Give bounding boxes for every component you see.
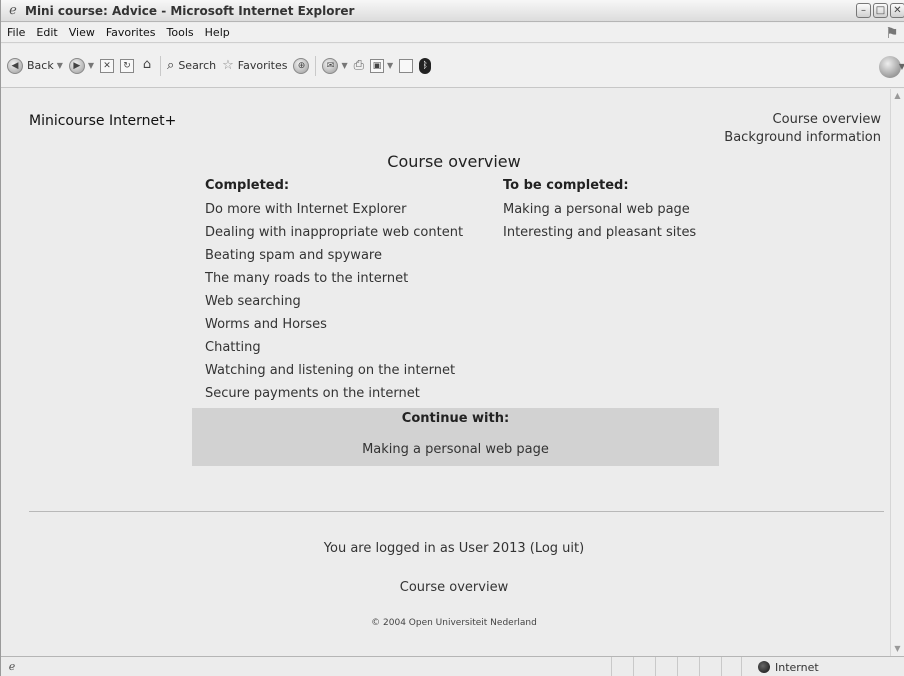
edit-button[interactable]: ▣ ▼	[370, 58, 394, 73]
home-button[interactable]: ⌂	[140, 56, 154, 73]
vertical-scrollbar[interactable]: ▲ ▼	[890, 89, 904, 656]
close-button[interactable]: ✕	[890, 3, 904, 18]
favorites-button[interactable]: ☆ Favorites	[222, 58, 287, 73]
media-icon: ⊕	[293, 57, 310, 74]
course-link[interactable]: Web searching	[205, 290, 463, 313]
window-controls: – □ ✕	[854, 3, 904, 18]
edit-icon: ▣	[370, 58, 385, 73]
stop-icon: ✕	[100, 58, 115, 73]
browser-window: ℯ Mini course: Advice - Microsoft Intern…	[0, 0, 904, 676]
status-pane	[677, 657, 699, 676]
course-link[interactable]: Making a personal web page	[503, 198, 696, 221]
menu-bar: File Edit View Favorites Tools Help ⚑	[1, 23, 904, 43]
refresh-icon: ↻	[120, 58, 135, 73]
scroll-up-icon[interactable]: ▲	[891, 89, 904, 103]
login-status[interactable]: You are logged in as User 2013 (Log uit)	[11, 541, 897, 556]
toolbar-separator	[315, 55, 317, 76]
scroll-down-icon[interactable]: ▼	[891, 642, 904, 656]
ie-icon: ℯ	[9, 2, 17, 18]
zone-label: Internet	[775, 660, 819, 674]
minimize-button[interactable]: –	[856, 3, 871, 18]
chevron-down-icon: ▼	[56, 61, 63, 70]
security-zone: Internet	[741, 657, 904, 676]
back-button[interactable]: ◀ Back ▼	[7, 57, 63, 74]
to-be-completed-list: To be completed: Making a personal web p…	[503, 178, 696, 244]
continue-link[interactable]: Making a personal web page	[192, 442, 719, 457]
course-link[interactable]: Chatting	[205, 336, 463, 359]
completed-header: Completed:	[205, 178, 290, 193]
bluetooth-button[interactable]: ᛒ	[419, 57, 432, 74]
maximize-button[interactable]: □	[873, 3, 888, 18]
media-button[interactable]: ⊕	[293, 57, 310, 74]
continue-panel: Continue with: Making a personal web pag…	[192, 408, 719, 466]
menu-favorites[interactable]: Favorites	[106, 26, 156, 39]
chevron-down-icon: ▼	[898, 62, 904, 71]
chevron-down-icon: ▼	[87, 61, 95, 70]
favorites-label: Favorites	[237, 59, 288, 72]
search-button[interactable]: ⌕ Search	[167, 58, 216, 73]
print-button[interactable]: ⎙	[354, 58, 364, 73]
link-background-information[interactable]: Background information	[724, 129, 881, 147]
continue-label: Continue with:	[401, 411, 510, 426]
mail-icon: ✉	[322, 57, 339, 74]
course-link[interactable]: Dealing with inappropriate web content	[205, 221, 463, 244]
globe-icon	[758, 661, 770, 673]
status-pane	[699, 657, 721, 676]
forward-arrow-icon: ▶	[68, 57, 85, 74]
bluetooth-icon: ᛒ	[419, 57, 432, 74]
course-link[interactable]: The many roads to the internet	[205, 267, 463, 290]
status-bar: ℯ Internet	[1, 656, 904, 676]
messenger-button[interactable]	[879, 56, 901, 78]
mail-button[interactable]: ✉ ▼	[322, 57, 348, 74]
top-nav: Course overview Background information	[724, 111, 881, 147]
toolbar: ◀ Back ▼ ▶ ▼ ✕ ↻ ⌂ ⌕ Search ☆ Favorites …	[1, 44, 904, 88]
course-link[interactable]: Interesting and pleasant sites	[503, 221, 696, 244]
stop-button[interactable]: ✕	[100, 58, 115, 73]
chevron-down-icon: ▼	[341, 61, 348, 70]
status-panes	[611, 657, 743, 676]
menu-file[interactable]: File	[7, 26, 25, 39]
course-link[interactable]: Do more with Internet Explorer	[205, 198, 463, 221]
back-label: Back	[27, 59, 54, 72]
menu-help[interactable]: Help	[205, 26, 230, 39]
discuss-button[interactable]	[399, 58, 414, 73]
home-icon: ⌂	[142, 56, 152, 72]
page-heading: Course overview	[387, 152, 521, 171]
divider	[29, 511, 884, 512]
window-title: Mini course: Advice - Microsoft Internet…	[25, 3, 355, 18]
course-link[interactable]: Beating spam and spyware	[205, 244, 463, 267]
print-icon: ⎙	[353, 58, 365, 73]
page-content: Minicourse Internet+ Course overview Bac…	[11, 89, 891, 656]
toolbar-separator	[160, 55, 162, 76]
course-link[interactable]: Worms and Horses	[205, 313, 463, 336]
footer-course-overview-link[interactable]: Course overview	[11, 580, 897, 595]
status-pane	[655, 657, 677, 676]
search-label: Search	[178, 59, 217, 72]
menu-tools[interactable]: Tools	[167, 26, 194, 39]
copyright: © 2004 Open Universiteit Nederland	[371, 618, 537, 628]
star-icon: ☆	[222, 58, 234, 73]
site-title: Minicourse Internet+	[29, 113, 177, 129]
discuss-icon	[399, 58, 414, 73]
forward-button[interactable]: ▶ ▼	[68, 57, 95, 74]
status-pane	[721, 657, 743, 676]
completed-list: Completed: Do more with Internet Explore…	[205, 178, 463, 405]
refresh-button[interactable]: ↻	[120, 58, 135, 73]
page-icon: ℯ	[8, 659, 16, 673]
windows-logo-icon: ⚑	[885, 24, 899, 42]
link-course-overview[interactable]: Course overview	[724, 111, 881, 129]
status-pane	[611, 657, 633, 676]
course-link[interactable]: Watching and listening on the internet	[205, 359, 463, 382]
title-bar: ℯ Mini course: Advice - Microsoft Intern…	[1, 0, 904, 22]
to-be-completed-header: To be completed:	[503, 178, 629, 193]
chevron-down-icon: ▼	[387, 61, 394, 70]
menu-edit[interactable]: Edit	[36, 26, 57, 39]
menu-view[interactable]: View	[69, 26, 95, 39]
back-arrow-icon: ◀	[7, 57, 23, 74]
search-icon: ⌕	[167, 58, 175, 73]
status-pane	[633, 657, 655, 676]
course-link[interactable]: Secure payments on the internet	[205, 382, 463, 405]
